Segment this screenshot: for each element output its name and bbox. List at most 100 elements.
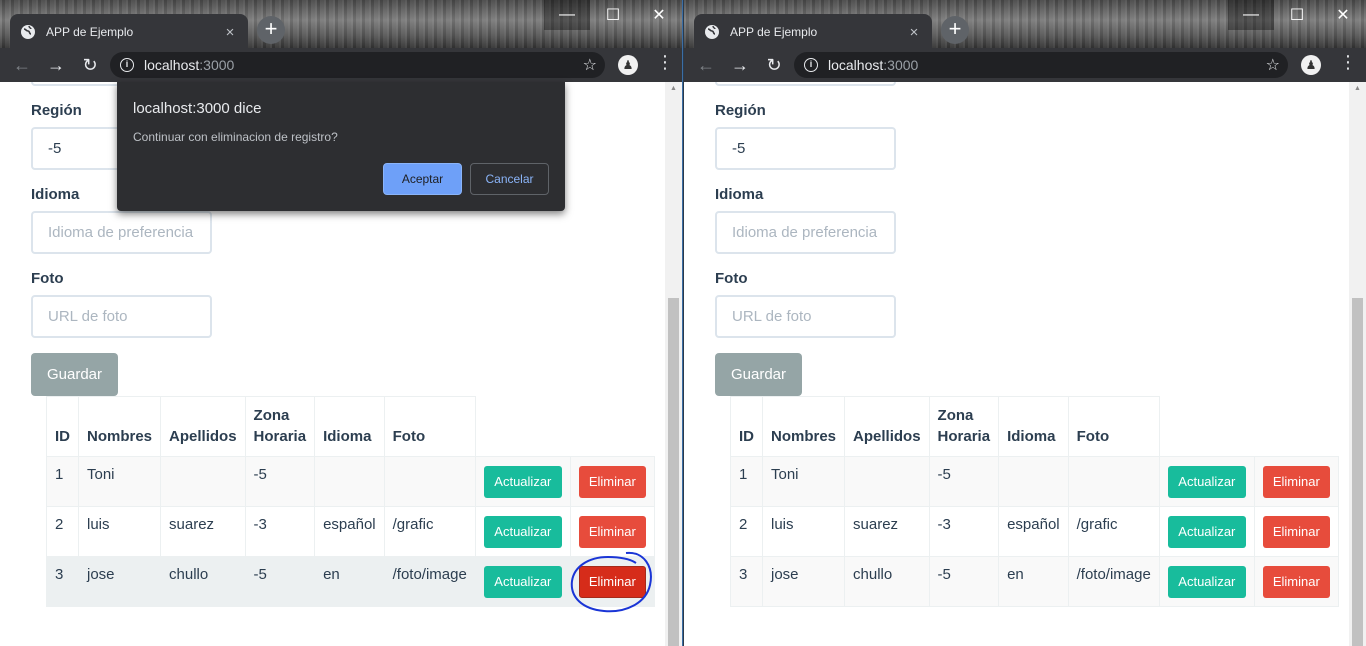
browser-tab[interactable]: APP de Ejemplo × [10,14,248,50]
reload-icon[interactable]: ↻ [74,55,106,76]
cell-delete: Eliminar [1253,506,1339,557]
url-host: localhost [144,57,200,73]
tab-title: APP de Ejemplo [46,25,134,39]
address-bar[interactable]: i localhost:3000 ☆ [794,52,1288,78]
header-zona: Zona Horaria [244,396,316,457]
save-button[interactable]: Guardar [715,353,802,396]
cell-apellidos: chullo [160,556,246,607]
browser-tab[interactable]: APP de Ejemplo × [694,14,932,50]
new-tab-button[interactable]: + [941,16,969,44]
title-bar: APP de Ejemplo × + — ☐ ✕ [684,0,1366,50]
cell-apellidos: chullo [844,556,930,607]
idioma-input[interactable]: Idioma de preferencia [31,211,212,254]
scroll-up-icon[interactable]: ▲ [665,85,682,92]
cell-foto: /foto/image [383,556,476,607]
close-window-button[interactable]: ✕ [1320,0,1366,30]
cell-zona: -3 [928,506,1000,557]
info-icon[interactable]: i [120,58,134,72]
scrollbar-thumb[interactable] [668,298,679,646]
menu-dots-icon[interactable]: ⋮ [656,52,674,73]
forward-arrow-icon[interactable]: → [724,55,756,76]
page-scrollbar[interactable]: ▲ [665,82,682,646]
region-input[interactable]: -5 [715,127,896,170]
delete-button[interactable]: Eliminar [578,465,646,498]
window-controls: — ☐ ✕ [544,0,682,30]
reload-icon[interactable]: ↻ [758,55,790,76]
header-nombres: Nombres [761,396,846,457]
tab-close-icon[interactable]: × [222,24,238,41]
new-tab-button[interactable]: + [257,16,285,44]
header-zona: Zona Horaria [928,396,1000,457]
close-window-button[interactable]: ✕ [636,0,682,30]
region-label: Región [715,102,766,119]
cell-zona: -5 [928,456,1000,507]
cell-id: 3 [46,556,79,607]
minimize-button[interactable]: — [1228,0,1274,30]
tab-close-icon[interactable]: × [906,24,922,41]
foto-input[interactable]: URL de foto [31,295,212,338]
url-port: :3000 [199,57,235,73]
cell-apellidos: suarez [844,506,930,557]
maximize-button[interactable]: ☐ [590,0,636,30]
menu-dots-icon[interactable]: ⋮ [1339,52,1357,73]
browser-toolbar: ← → ↻ i localhost:3000 ☆ ♟ ⋮ [0,48,682,82]
foto-input[interactable]: URL de foto [715,295,896,338]
delete-button[interactable]: Eliminar [1262,515,1330,548]
update-button[interactable]: Actualizar [483,515,562,548]
idioma-label: Idioma [715,186,764,203]
update-button[interactable]: Actualizar [483,465,562,498]
minimize-button[interactable]: — [544,0,590,30]
page-scrollbar[interactable]: ▲ [1349,82,1366,646]
delete-button[interactable]: Eliminar [578,515,646,548]
info-icon[interactable]: i [804,58,818,72]
update-button[interactable]: Actualizar [1167,565,1246,598]
avatar-icon[interactable]: ♟ [618,55,638,75]
url-port: :3000 [883,57,919,73]
scroll-up-icon[interactable]: ▲ [1349,85,1366,92]
maximize-button[interactable]: ☐ [1274,0,1320,30]
scrollbar-thumb[interactable] [1352,298,1363,646]
header-empty [474,396,571,457]
header-idioma: Idioma [314,396,385,457]
update-button[interactable]: Actualizar [1167,465,1246,498]
back-arrow-icon[interactable]: ← [6,55,38,76]
update-button[interactable]: Actualizar [483,565,562,598]
foto-label: Foto [31,270,64,287]
cell-delete: Eliminar [569,506,655,557]
cell-apellidos [844,456,930,507]
update-button[interactable]: Actualizar [1167,515,1246,548]
back-arrow-icon[interactable]: ← [690,55,722,76]
cell-nombres: Toni [761,456,846,507]
table-row: 2 luis suarez -3 español /grafic Actuali… [46,506,655,557]
browser-window-left: APP de Ejemplo × + — ☐ ✕ ← → ↻ i localho… [0,0,683,646]
save-button[interactable]: Guardar [31,353,118,396]
idioma-input[interactable]: Idioma de preferencia [715,211,896,254]
cell-id: 1 [730,456,763,507]
delete-button[interactable]: Eliminar [1262,565,1330,598]
cell-foto: /foto/image [1067,556,1160,607]
accept-button[interactable]: Aceptar [383,163,462,195]
forward-arrow-icon[interactable]: → [40,55,72,76]
avatar-icon[interactable]: ♟ [1301,55,1321,75]
cell-update: Actualizar [1158,506,1255,557]
foto-label: Foto [715,270,748,287]
cell-delete: Eliminar [1253,456,1339,507]
globe-icon [20,24,36,40]
table-row: 3 jose chullo -5 en /foto/image Actualiz… [730,556,1339,607]
region-label: Región [31,102,82,119]
previous-input-edge [715,82,896,86]
cell-zona: -5 [244,456,316,507]
cell-id: 3 [730,556,763,607]
delete-button[interactable]: Eliminar [1262,465,1330,498]
cell-update: Actualizar [1158,456,1255,507]
star-icon[interactable]: ☆ [583,55,597,75]
cell-id: 2 [46,506,79,557]
address-bar[interactable]: i localhost:3000 ☆ [110,52,605,78]
cell-update: Actualizar [474,506,571,557]
delete-button-pressed[interactable]: Eliminar [578,565,646,598]
cancel-button[interactable]: Cancelar [470,163,549,195]
table-header-row: ID Nombres Apellidos Zona Horaria Idioma… [730,396,1339,457]
cell-idioma [314,456,385,507]
dialog-title: localhost:3000 dice [133,100,262,117]
star-icon[interactable]: ☆ [1266,55,1280,75]
